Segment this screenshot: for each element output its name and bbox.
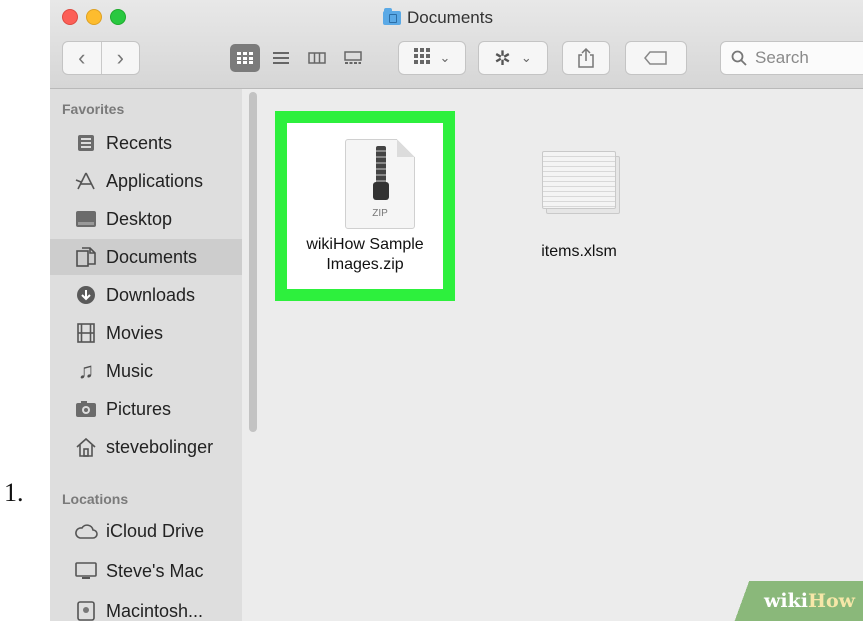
sidebar-item-label: Recents bbox=[106, 132, 173, 153]
sidebar-item-label: Pictures bbox=[106, 398, 172, 419]
tag-icon bbox=[644, 51, 667, 65]
group-grid-icon bbox=[413, 48, 430, 68]
sidebar-scrollbar[interactable] bbox=[249, 92, 257, 432]
wikihow-watermark: wiki How bbox=[713, 581, 863, 621]
sidebar-item-desktop[interactable]: Desktop bbox=[50, 201, 242, 237]
movies-icon bbox=[74, 321, 98, 345]
file-name: wikiHow Sample Images.zip bbox=[306, 236, 424, 273]
computer-icon bbox=[74, 559, 98, 583]
pictures-icon bbox=[74, 397, 98, 421]
navigation-buttons: ‹ › bbox=[62, 41, 140, 75]
recents-icon bbox=[74, 131, 98, 155]
sidebar: Favorites Recents Applications Desktop D… bbox=[50, 89, 242, 621]
sidebar-item-label: Steve's Mac bbox=[106, 560, 204, 581]
file-browser-content: ZIP wikiHow Sample Images.zip items.xlsm… bbox=[257, 89, 863, 621]
file-item-zip[interactable]: ZIP wikiHow Sample Images.zip bbox=[275, 111, 455, 301]
documents-icon bbox=[74, 245, 98, 269]
forward-button[interactable]: › bbox=[100, 42, 140, 74]
desktop-icon bbox=[74, 207, 98, 231]
list-view-button[interactable] bbox=[266, 44, 296, 72]
share-button[interactable] bbox=[562, 41, 610, 75]
sidebar-item-movies[interactable]: Movies bbox=[50, 315, 242, 351]
spreadsheet-file-icon bbox=[542, 151, 616, 209]
list-view-icon bbox=[273, 52, 289, 64]
sidebar-item-label: Documents bbox=[106, 246, 198, 267]
zip-icon-label: ZIP bbox=[372, 208, 388, 219]
window-title-text: Documents bbox=[407, 8, 493, 27]
sidebar-item-home[interactable]: stevebolinger bbox=[50, 429, 242, 465]
gear-icon: ✲ bbox=[494, 47, 511, 70]
step-number: 1. bbox=[4, 478, 24, 507]
zipper-pull-graphic bbox=[373, 182, 389, 200]
sidebar-item-label: Music bbox=[106, 360, 154, 381]
icon-view-button[interactable] bbox=[230, 44, 260, 72]
zoom-window-button[interactable] bbox=[110, 9, 126, 25]
watermark-how: How bbox=[808, 590, 855, 612]
file-item-xlsm[interactable] bbox=[542, 151, 620, 214]
sidebar-item-applications[interactable]: Applications bbox=[50, 163, 242, 199]
tag-button[interactable] bbox=[625, 41, 687, 75]
toolbar: Documents ‹ › ⌄ ✲ ⌄ Search bbox=[50, 0, 863, 89]
finder-window: Documents ‹ › ⌄ ✲ ⌄ Search Favorites Rec… bbox=[50, 0, 863, 621]
cloud-icon bbox=[74, 519, 98, 543]
watermark-wiki: wiki bbox=[764, 590, 809, 612]
action-menu-button[interactable]: ✲ ⌄ bbox=[478, 41, 548, 75]
downloads-icon bbox=[74, 283, 98, 307]
share-icon bbox=[578, 48, 594, 68]
sidebar-item-pictures[interactable]: Pictures bbox=[50, 391, 242, 427]
sidebar-item-icloud-drive[interactable]: iCloud Drive bbox=[50, 513, 242, 549]
sidebar-item-label: Movies bbox=[106, 322, 164, 343]
chevron-right-icon: › bbox=[116, 45, 124, 70]
sidebar-item-label: Applications bbox=[106, 170, 204, 191]
chevron-down-icon: ⌄ bbox=[520, 50, 532, 65]
applications-icon bbox=[74, 169, 98, 193]
icon-view-icon bbox=[237, 52, 253, 64]
search-placeholder: Search bbox=[755, 48, 809, 67]
minimize-window-button[interactable] bbox=[86, 9, 102, 25]
close-window-button[interactable] bbox=[62, 9, 78, 25]
zip-file-icon: ZIP bbox=[345, 139, 415, 229]
disk-icon bbox=[74, 599, 98, 621]
group-by-button[interactable]: ⌄ bbox=[398, 41, 466, 75]
sidebar-item-label: stevebolinger bbox=[106, 436, 214, 457]
sidebar-item-steves-mac[interactable]: Steve's Mac bbox=[50, 553, 242, 589]
gallery-view-button[interactable] bbox=[338, 44, 368, 72]
chevron-down-icon: ⌄ bbox=[439, 50, 451, 65]
sidebar-item-music[interactable]: ♫ Music bbox=[50, 353, 242, 389]
sidebar-item-label: Downloads bbox=[106, 284, 196, 305]
file-name[interactable]: items.xlsm bbox=[519, 243, 639, 261]
gallery-view-icon bbox=[344, 51, 362, 64]
sidebar-item-macintosh-hd[interactable]: Macintosh... bbox=[50, 593, 242, 621]
sidebar-item-label: Macintosh... bbox=[106, 600, 204, 621]
window-title: Documents bbox=[383, 7, 493, 29]
folder-icon bbox=[383, 8, 401, 25]
sidebar-item-downloads[interactable]: Downloads bbox=[50, 277, 242, 313]
view-mode-buttons bbox=[230, 44, 368, 72]
back-button[interactable]: ‹ bbox=[63, 42, 101, 74]
column-view-button[interactable] bbox=[302, 44, 332, 72]
search-icon bbox=[731, 50, 747, 66]
sidebar-item-documents[interactable]: Documents bbox=[50, 239, 242, 275]
sidebar-header-favorites: Favorites bbox=[62, 101, 125, 117]
sidebar-header-locations: Locations bbox=[62, 491, 129, 507]
column-view-icon bbox=[308, 52, 326, 64]
home-icon bbox=[74, 435, 98, 459]
chevron-left-icon: ‹ bbox=[78, 45, 86, 70]
search-field[interactable]: Search bbox=[720, 41, 863, 75]
music-icon: ♫ bbox=[77, 358, 95, 383]
sidebar-item-recents[interactable]: Recents bbox=[50, 125, 242, 161]
sidebar-item-label: Desktop bbox=[106, 208, 173, 229]
sidebar-item-label: iCloud Drive bbox=[106, 520, 205, 541]
